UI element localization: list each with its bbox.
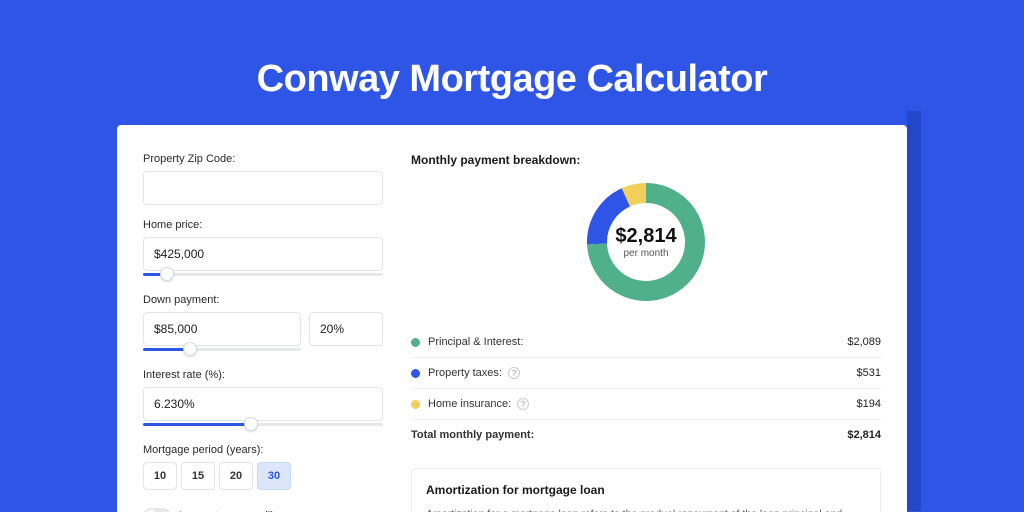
breakdown-column: Monthly payment breakdown: $2,814 per mo… [411, 153, 881, 512]
down-payment-input[interactable] [143, 312, 301, 346]
legend-label: Principal & Interest: [428, 336, 523, 348]
slider-thumb[interactable] [160, 267, 174, 281]
info-icon[interactable]: ? [508, 367, 520, 379]
period-option-10[interactable]: 10 [143, 462, 177, 490]
legend-row-principal: Principal & Interest: $2,089 [411, 327, 881, 358]
zip-label: Property Zip Code: [143, 153, 383, 165]
veteran-toggle[interactable] [143, 508, 171, 512]
home-price-input[interactable] [143, 237, 383, 271]
interest-input[interactable] [143, 387, 383, 421]
donut-center-amount: $2,814 [615, 225, 676, 248]
total-label: Total monthly payment: [411, 429, 534, 441]
interest-label: Interest rate (%): [143, 369, 383, 381]
breakdown-title: Monthly payment breakdown: [411, 153, 881, 167]
home-price-label: Home price: [143, 219, 383, 231]
slider-thumb[interactable] [244, 417, 258, 431]
home-price-slider[interactable] [143, 270, 383, 280]
amortization-text: Amortization for a mortgage loan refers … [426, 507, 866, 512]
legend-value: $2,089 [847, 336, 881, 348]
period-options: 10152030 [143, 462, 383, 490]
down-payment-label: Down payment: [143, 294, 383, 306]
info-icon[interactable]: ? [517, 398, 529, 410]
payment-donut-chart: $2,814 per month [581, 177, 711, 307]
form-column: Property Zip Code: Home price: Down paym… [143, 153, 383, 512]
down-payment-slider[interactable] [143, 345, 301, 355]
interest-slider[interactable] [143, 420, 383, 430]
donut-center-sub: per month [623, 248, 668, 259]
legend-value: $194 [857, 398, 881, 410]
amortization-title: Amortization for mortgage loan [426, 483, 866, 497]
legend-row-insurance: Home insurance:? $194 [411, 389, 881, 420]
legend-value: $531 [857, 367, 881, 379]
legend-label: Home insurance: [428, 398, 511, 410]
principal-dot-icon [411, 338, 420, 347]
calculator-card: Property Zip Code: Home price: Down paym… [117, 125, 907, 512]
zip-input[interactable] [143, 171, 383, 205]
legend-label: Property taxes: [428, 367, 502, 379]
legend-row-taxes: Property taxes:? $531 [411, 358, 881, 389]
down-payment-pct-input[interactable] [309, 312, 383, 346]
legend: Principal & Interest: $2,089 Property taxe… [411, 327, 881, 420]
amortization-box: Amortization for mortgage loan Amortizat… [411, 468, 881, 512]
slider-thumb[interactable] [183, 342, 197, 356]
page-title: Conway Mortgage Calculator [0, 58, 1024, 101]
total-value: $2,814 [847, 429, 881, 441]
insurance-dot-icon [411, 400, 420, 409]
legend-row-total: Total monthly payment: $2,814 [411, 420, 881, 450]
period-label: Mortgage period (years): [143, 444, 383, 456]
period-option-15[interactable]: 15 [181, 462, 215, 490]
period-option-20[interactable]: 20 [219, 462, 253, 490]
taxes-dot-icon [411, 369, 420, 378]
period-option-30[interactable]: 30 [257, 462, 291, 490]
